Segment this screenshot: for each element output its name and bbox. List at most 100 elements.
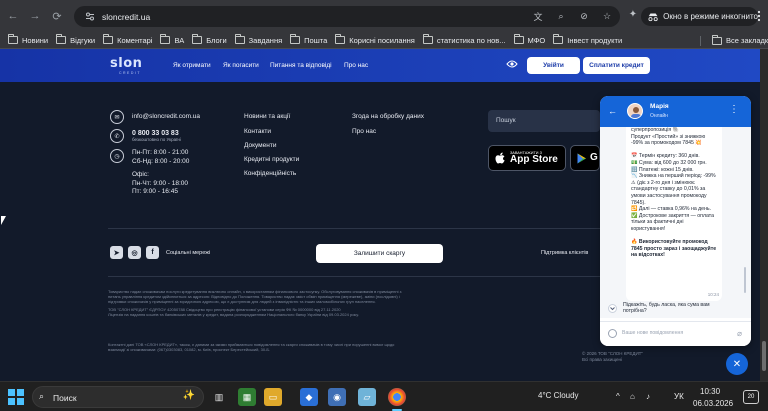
pay-credit-button[interactable]: Сплатити кредит — [583, 57, 650, 74]
tray-overflow-icon[interactable]: ^ — [616, 392, 620, 401]
login-button[interactable]: Увійти — [527, 57, 580, 74]
reload-button[interactable]: ⟳ — [48, 7, 66, 25]
more-options-icon[interactable]: ⋮ — [729, 104, 739, 115]
phone-contact[interactable]: ✆ 0 800 33 03 83 безкоштовно по Україні — [110, 129, 200, 143]
chat-message-bubble: суперпропозиція 🐘 Продукт «Простий» зі з… — [626, 127, 722, 301]
page-scrollbar[interactable] — [760, 49, 768, 381]
extensions-icon[interactable]: ✦ — [626, 9, 640, 23]
spreadsheet-app-icon[interactable]: ▦ — [238, 388, 256, 406]
incognito-indicator[interactable]: Окно в режиме инкогнито — [641, 7, 758, 26]
attach-icon[interactable]: ⌀ — [737, 329, 742, 338]
nav-how-to-get[interactable]: Як отримати — [173, 62, 211, 69]
footer-search-input[interactable]: Пошук — [488, 110, 600, 132]
bookmark-star-icon[interactable]: ☆ — [600, 9, 614, 23]
copilot-icon[interactable]: ◉ — [328, 388, 346, 406]
customer-support-link[interactable]: Підтримка клієнтів — [541, 250, 588, 256]
zoom-icon[interactable]: ⌕ — [554, 9, 568, 23]
folder-icon — [422, 34, 433, 44]
notes-app-icon[interactable]: ▱ — [358, 388, 376, 406]
message-time: 10:24 — [707, 292, 719, 297]
bookmark-folder[interactable]: Завдання — [234, 34, 282, 45]
site-info-icon[interactable] — [82, 9, 98, 25]
search-icon: ⌕ — [39, 391, 45, 401]
folder-icon — [712, 34, 722, 45]
all-bookmarks-button[interactable]: Все закладки — [712, 32, 768, 49]
bookmark-folder[interactable]: Коментарі — [103, 34, 152, 45]
footer-link-products[interactable]: Кредитні продукти — [244, 156, 299, 163]
footer-link-documents[interactable]: Документи — [244, 142, 276, 149]
footer-link-contacts[interactable]: Контакти — [244, 128, 271, 135]
tracking-off-icon[interactable]: ⊘ — [577, 9, 591, 23]
chat-input[interactable]: Ваше нове повідомлення ⌀ — [600, 321, 751, 346]
app-store-badge[interactable]: ЗАВАНТАЖИТИ З App Store — [488, 145, 566, 171]
bookmark-folder[interactable]: МФО — [513, 34, 545, 45]
folder-icon — [160, 34, 171, 44]
chat-scrollbar[interactable] — [744, 267, 746, 293]
notification-center-icon[interactable]: 20 — [743, 390, 759, 404]
chat-widget: ← Марія Онлайн ⋮ суперпропозиція 🐘 Проду… — [600, 96, 751, 346]
facebook-icon[interactable]: f — [146, 246, 159, 259]
emoji-icon[interactable] — [608, 329, 617, 338]
address-bar[interactable]: sloncredit.ua 文 ⌕ ⊘ ☆ — [74, 6, 620, 27]
footer-link-news[interactable]: Новини та акції — [244, 113, 290, 120]
footer-link-consent[interactable]: Згода на обробку даних — [352, 113, 424, 120]
nav-about[interactable]: Про нас — [344, 62, 368, 69]
bookmark-folder[interactable]: Корисні посилання — [335, 34, 415, 45]
folder-icon — [8, 34, 18, 44]
bookmark-folder[interactable]: Відгуки — [56, 34, 95, 45]
clock-date[interactable]: 06.03.2026 — [693, 399, 733, 408]
store-app-icon[interactable]: ◆ — [300, 388, 318, 406]
google-play-badge[interactable]: G — [570, 145, 600, 171]
bookmark-folder[interactable]: статистика по нов... — [422, 34, 506, 45]
bookmarks-divider — [700, 36, 701, 46]
mail-icon: ✉ — [110, 110, 124, 124]
folder-icon — [192, 34, 203, 44]
working-hours: ◷ Пн-Пт: 8:00 - 21:00 Сб-Нд: 8:00 - 20:0… — [110, 149, 200, 197]
taskbar-search[interactable]: ⌕ Поиск ✨ — [32, 386, 204, 408]
task-view-icon[interactable]: ▥ — [210, 388, 228, 406]
chat-messages[interactable]: суперпропозиція 🐘 Продукт «Простий» зі з… — [600, 127, 751, 318]
bookmark-folder[interactable]: Пошта — [290, 34, 327, 45]
incognito-icon — [648, 13, 658, 21]
footer-link-about[interactable]: Про нас — [352, 128, 376, 135]
chat-header: ← Марія Онлайн ⋮ — [600, 96, 751, 127]
file-explorer-icon[interactable]: ▭ — [264, 388, 282, 406]
telegram-icon[interactable]: ➤ — [110, 246, 123, 259]
browser-menu-icon[interactable] — [756, 10, 762, 22]
instagram-icon[interactable]: ◎ — [128, 246, 141, 259]
leave-complaint-button[interactable]: Залишити скаргу — [316, 244, 443, 263]
clock-time[interactable]: 10:30 — [700, 387, 720, 396]
chrome-icon[interactable] — [388, 388, 406, 406]
folder-icon — [56, 34, 67, 44]
bookmark-folder[interactable]: Інвест продукти — [553, 34, 622, 45]
network-icon[interactable]: ⌂ — [630, 392, 635, 401]
social-label: Соціальні мережі — [166, 250, 211, 256]
input-language[interactable]: УК — [674, 392, 684, 401]
site-header: slon CREDIT Як отримати Як погасити Пита… — [0, 49, 760, 82]
logo-subtitle: CREDIT — [119, 71, 142, 75]
mouse-cursor — [1, 216, 6, 225]
windows-start-icon[interactable] — [8, 389, 24, 405]
folder-icon — [513, 34, 524, 44]
bookmark-folder[interactable]: Блоги — [192, 34, 227, 45]
nav-how-to-pay[interactable]: Як погасити — [223, 62, 259, 69]
back-arrow-icon[interactable]: ← — [608, 106, 617, 116]
weather-widget[interactable]: 4°C Cloudy — [538, 391, 579, 400]
back-button[interactable]: ← — [4, 7, 22, 25]
bookmark-folder[interactable]: Новини — [8, 34, 48, 45]
email-contact[interactable]: ✉ info@sloncredit.com.ua — [110, 110, 200, 124]
translate-icon[interactable]: 文 — [531, 9, 545, 23]
nav-faq[interactable]: Питання та відповіді — [270, 62, 332, 69]
footer-divider — [108, 276, 648, 277]
scrollbar-thumb[interactable] — [762, 341, 766, 371]
slon-logo[interactable]: slon — [110, 56, 142, 71]
scroll-down-icon[interactable] — [608, 304, 617, 313]
windows-taskbar: ⌕ Поиск ✨ ▥ ▦ ▭ ◆ ◉ ▱ 4°C Cloudy ^ ⌂ ♪ У… — [0, 381, 768, 411]
bookmark-folder[interactable]: ВА — [160, 34, 184, 45]
forward-button[interactable]: → — [26, 7, 44, 25]
accessibility-eye-icon[interactable] — [506, 59, 518, 69]
volume-icon[interactable]: ♪ — [646, 392, 650, 401]
url-text: sloncredit.ua — [102, 11, 151, 22]
chat-close-button[interactable]: ✕ — [726, 353, 748, 375]
footer-link-privacy[interactable]: Конфіденційність — [244, 170, 296, 177]
